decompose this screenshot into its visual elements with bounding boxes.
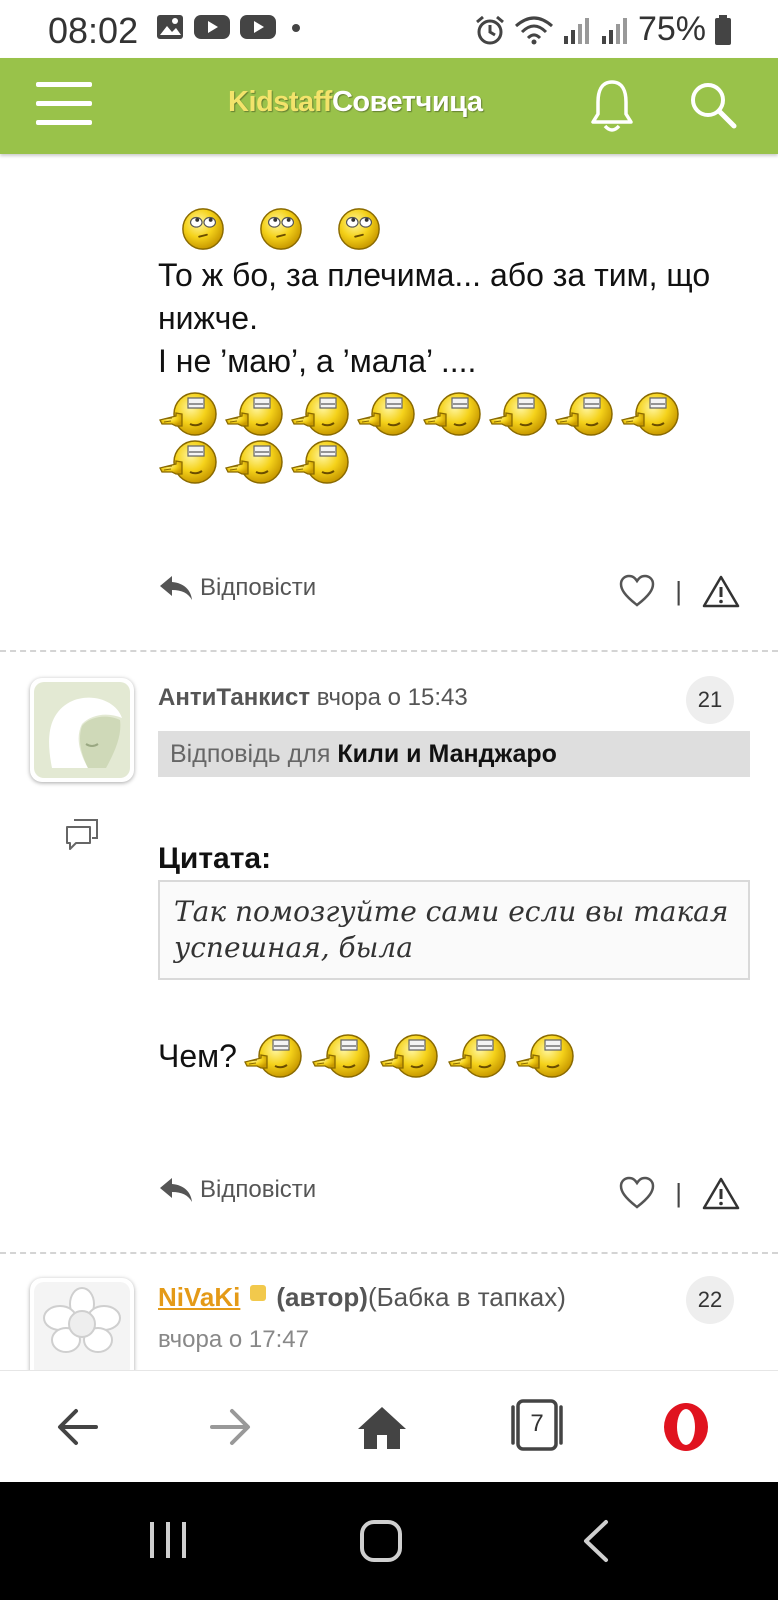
actions-separator: |	[675, 1177, 682, 1208]
heart-icon[interactable]	[619, 1176, 655, 1210]
post-body-text: То ж бо, за плечима... або за тим, що ни…	[158, 254, 748, 383]
reply-to-bar[interactable]: Відповідь для Кили и Манджаро	[158, 731, 750, 777]
avatar[interactable]	[30, 1278, 134, 1370]
tabs-button[interactable]: 7	[508, 1397, 566, 1453]
comment-body: Чем?	[158, 1032, 577, 1080]
comment-number-badge[interactable]: 21	[686, 676, 734, 724]
comment-divider	[0, 650, 778, 652]
reply-icon	[160, 1178, 192, 1202]
reply-button[interactable]: Відповісти	[158, 572, 316, 604]
pointing-smiley-icon	[356, 390, 418, 438]
pointing-smiley-icon	[290, 438, 352, 486]
comments-icon[interactable]	[64, 818, 100, 852]
browser-navigation-bar: 7	[0, 1370, 778, 1482]
youtube-icon	[240, 15, 276, 39]
comment-author-name[interactable]: NiVaKi	[158, 1282, 240, 1313]
pointing-smiley-icon	[311, 1032, 373, 1080]
pointing-smiley-icon	[224, 438, 286, 486]
pointing-smiley-icon	[243, 1032, 305, 1080]
signal-icon	[601, 17, 627, 44]
dot-icon	[292, 24, 300, 32]
comment-author-line: NiVaKi (автор) (Бабка в тапках)	[158, 1282, 566, 1313]
alarm-icon	[475, 15, 504, 44]
opera-icon[interactable]	[660, 1399, 712, 1455]
recents-icon[interactable]	[146, 1518, 190, 1562]
smiley-row-thinking	[180, 206, 382, 252]
quote-title: Цитата:	[158, 842, 272, 875]
android-navigation-bar	[0, 1482, 778, 1600]
tabs-count: 7	[530, 1410, 544, 1437]
thinking-smiley-icon	[180, 206, 226, 252]
pointing-smiley-icon	[620, 390, 682, 438]
thinking-smiley-icon	[336, 206, 382, 252]
actions-separator: |	[675, 575, 682, 606]
wifi-icon	[514, 16, 553, 44]
pointing-smiley-icon	[379, 1032, 441, 1080]
pointing-smiley-icon	[158, 438, 220, 486]
comment-actions: |	[619, 1176, 740, 1210]
status-time: 08:02	[48, 10, 139, 51]
comment-author-line: АнтиТанкист вчора о 15:43	[158, 684, 468, 712]
comment-author-name[interactable]: АнтиТанкист	[158, 684, 310, 711]
reply-to-prefix: Відповідь для	[170, 740, 331, 768]
status-system-icons: 75%	[474, 10, 732, 49]
pointing-smiley-icon	[422, 390, 484, 438]
comment-divider	[0, 1252, 778, 1254]
author-role: (автор)	[276, 1282, 368, 1312]
comment-body-text: Чем?	[158, 1037, 237, 1074]
reply-button[interactable]: Відповісти	[158, 1174, 316, 1206]
pointing-smiley-icon	[224, 390, 286, 438]
post-actions: |	[619, 574, 740, 608]
site-header: KidstaffСоветчица	[0, 58, 778, 154]
post-line-2: І не ’маю’, а ’мала’ ....	[158, 343, 477, 379]
online-status-icon	[250, 1284, 267, 1301]
reply-label: Відповісти	[200, 574, 317, 601]
avatar-image	[34, 682, 130, 778]
signal-icon	[563, 17, 589, 44]
comment-time: вчора о 17:47	[158, 1326, 309, 1353]
reply-icon	[160, 576, 192, 600]
comments-feed: То ж бо, за плечима... або за тим, що ни…	[0, 154, 778, 1370]
author-status: (Бабка в тапках)	[367, 1282, 566, 1312]
avatar[interactable]	[30, 678, 134, 782]
site-logo[interactable]: KidstaffСоветчица	[228, 86, 483, 119]
search-icon[interactable]	[688, 80, 738, 130]
android-back-icon[interactable]	[578, 1518, 614, 1564]
pointing-smiley-icon	[158, 390, 220, 438]
gallery-icon	[157, 15, 183, 39]
pointing-smiley-icon	[515, 1032, 577, 1080]
pointing-smiley-icon	[290, 390, 352, 438]
battery-icon	[715, 14, 731, 45]
smiley-row-pointing	[158, 390, 682, 438]
hamburger-icon[interactable]	[36, 82, 92, 126]
android-home-icon[interactable]	[358, 1518, 404, 1564]
back-icon[interactable]	[56, 1399, 100, 1455]
heart-icon[interactable]	[619, 574, 655, 608]
youtube-icon	[194, 15, 230, 39]
forward-icon[interactable]	[208, 1399, 252, 1455]
pointing-smiley-icon	[447, 1032, 509, 1080]
comment-time: вчора о 15:43	[316, 684, 468, 711]
status-bar: 08:02 75%	[0, 0, 778, 58]
brand-sovetchitsa: Советчица	[331, 86, 483, 118]
battery-level: 75%	[637, 10, 706, 48]
quote-box: Так помозгуйте сами если вы такая успешн…	[158, 880, 750, 980]
reply-label: Відповісти	[200, 1176, 317, 1203]
avatar-image	[34, 1282, 130, 1370]
post-line-1: То ж бо, за плечима... або за тим, що ни…	[158, 257, 711, 336]
status-notification-icons	[156, 14, 306, 40]
home-icon[interactable]	[356, 1399, 408, 1455]
bell-icon[interactable]	[590, 78, 634, 136]
smiley-row-pointing	[158, 438, 352, 486]
thinking-smiley-icon	[258, 206, 304, 252]
warning-icon[interactable]	[702, 574, 740, 608]
brand-kidstaff: Kidstaff	[228, 86, 332, 118]
pointing-smiley-icon	[554, 390, 616, 438]
comment-number-badge[interactable]: 22	[686, 1276, 734, 1324]
reply-to-name: Кили и Манджаро	[337, 740, 557, 768]
warning-icon[interactable]	[702, 1176, 740, 1210]
pointing-smiley-icon	[488, 390, 550, 438]
